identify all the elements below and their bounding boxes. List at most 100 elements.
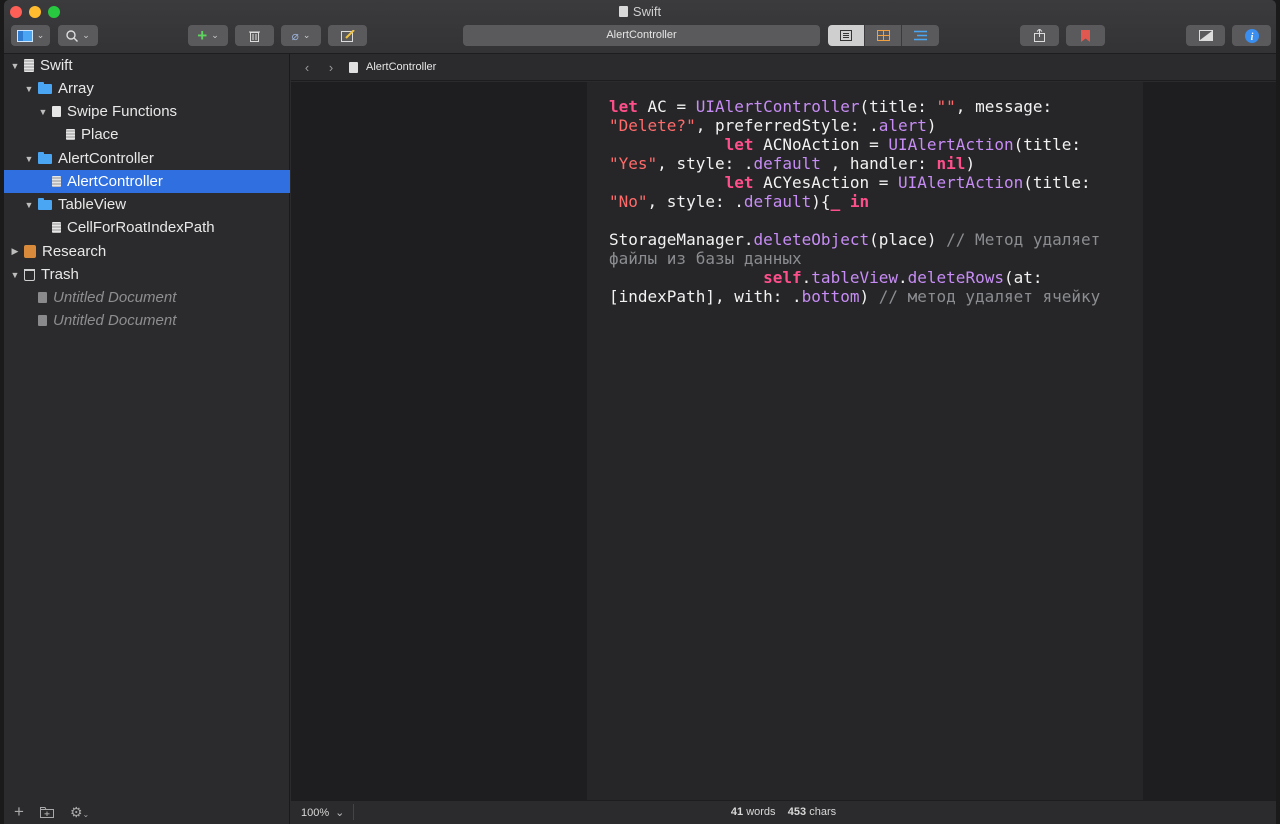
paperclip-icon: ⌀ — [291, 28, 299, 43]
binder-item-array[interactable]: ▼ Array — [4, 77, 290, 100]
binder-item-untitled-document[interactable]: ▼ Untitled Document — [4, 286, 290, 309]
composition-icon — [1198, 30, 1213, 41]
binder-item-alertcontroller-document[interactable]: ▼ AlertController — [4, 170, 290, 193]
binder-item-tableview[interactable]: ▼ TableView — [4, 193, 290, 216]
bookmark-icon — [1081, 29, 1090, 42]
sidebar-icon — [16, 29, 33, 42]
forward-arrow-icon[interactable]: › — [319, 60, 343, 75]
document-icon — [52, 176, 61, 187]
view-mode-selector — [828, 25, 939, 46]
app-window: Swift ⌄ ⌄ + ⌄ ⌀ ⌄ AlertController i ▼ Sw… — [4, 0, 1276, 824]
add-document-button[interactable]: + ⌄ — [188, 25, 228, 46]
disclosure-triangle-icon[interactable]: ▼ — [24, 200, 34, 210]
editor-view-icon — [840, 30, 852, 41]
code-line: self.tableView.deleteRows(at: — [763, 268, 1043, 287]
code-line: StorageManager.deleteObject(place) // Ме… — [609, 230, 1101, 249]
binder-item-research[interactable]: ▶ Research — [4, 240, 290, 263]
sidebar-footer: + ⚙⌄ — [4, 800, 290, 824]
delete-button[interactable] — [235, 25, 274, 46]
outline-view-button[interactable] — [902, 25, 939, 46]
corkboard-view-button[interactable] — [865, 25, 902, 46]
add-icon[interactable]: + — [14, 802, 24, 822]
binder-item-label: AlertController — [67, 173, 163, 190]
binder-item-label: AlertController — [58, 150, 154, 167]
binder-item-label: Place — [81, 126, 119, 143]
search-button[interactable]: ⌄ — [58, 25, 98, 46]
words-label: words — [746, 806, 776, 818]
binder-item-label: Array — [58, 80, 94, 97]
chars-label: chars — [809, 806, 837, 818]
code-line: let ACYesAction = UIAlertAction(title: — [724, 173, 1091, 192]
document-icon — [349, 61, 358, 73]
binder-item-label: Research — [42, 243, 107, 260]
corkboard-icon — [876, 30, 890, 41]
bookmark-button[interactable] — [1066, 25, 1105, 46]
editor-view-button[interactable] — [828, 25, 865, 46]
inspector-button[interactable]: i — [1232, 25, 1271, 46]
share-button[interactable] — [1020, 25, 1059, 46]
research-icon — [24, 245, 36, 258]
project-icon — [24, 59, 34, 72]
trash-icon — [249, 31, 260, 42]
document-icon — [38, 315, 47, 326]
breadcrumb[interactable]: AlertController — [366, 61, 436, 73]
folder-icon — [38, 151, 52, 164]
binder-item-place[interactable]: ▼ Place — [4, 123, 290, 146]
info-icon: i — [1244, 28, 1259, 43]
gear-icon[interactable]: ⚙⌄ — [70, 804, 89, 821]
binder-item-label: CellForRoatIndexPath — [67, 219, 215, 236]
share-icon — [1034, 29, 1045, 42]
document-icon — [38, 292, 47, 303]
binder-item-label: Untitled Document — [53, 289, 177, 306]
binder-item-label: Swift — [40, 57, 73, 74]
compose-button[interactable] — [328, 25, 367, 46]
code-line: [indexPath], with: .bottom) // метод уда… — [609, 287, 1101, 306]
editor-header: ‹ › AlertController — [291, 54, 1276, 81]
toolbar: Swift ⌄ ⌄ + ⌄ ⌀ ⌄ AlertController i — [4, 0, 1276, 54]
binder-sidebar: ▼ Swift ▼ Array ▼ Swipe Functions ▼ Plac… — [4, 54, 290, 824]
window-title-text: Swift — [632, 4, 662, 19]
compose-icon — [340, 29, 355, 42]
binder-item-cellforroatindexpath[interactable]: ▼ CellForRoatIndexPath — [4, 216, 290, 239]
disclosure-triangle-right-icon[interactable]: ▶ — [10, 246, 20, 257]
sidebar-toggle-button[interactable]: ⌄ — [11, 25, 50, 46]
outline-icon — [914, 30, 927, 41]
composition-mode-button[interactable] — [1186, 25, 1225, 46]
plus-icon: + — [197, 26, 208, 45]
binder-item-label: Untitled Document — [53, 312, 177, 329]
disclosure-triangle-icon[interactable]: ▼ — [24, 84, 34, 94]
binder-item-label: TableView — [58, 196, 127, 213]
disclosure-triangle-icon[interactable]: ▼ — [10, 270, 20, 280]
binder-item-swift[interactable]: ▼ Swift — [4, 54, 290, 77]
disclosure-triangle-icon[interactable]: ▼ — [38, 107, 48, 117]
binder-item-label: Swipe Functions — [67, 103, 178, 120]
word-count[interactable]: 41 words 453 chars — [291, 806, 1276, 818]
trash-icon — [24, 268, 35, 281]
status-bar: 100% ⌄ 41 words 453 chars — [291, 800, 1276, 824]
project-icon — [618, 6, 628, 17]
chars-count-value: 453 — [787, 806, 807, 818]
binder-item-alertcontroller-folder[interactable]: ▼ AlertController — [4, 147, 290, 170]
back-arrow-icon[interactable]: ‹ — [295, 60, 319, 75]
window-title: Swift — [4, 4, 1276, 19]
folder-icon — [38, 81, 52, 94]
new-folder-icon[interactable] — [39, 806, 54, 818]
code-line: "No", style: .default){_ in — [609, 192, 870, 211]
binder-item-untitled-document[interactable]: ▼ Untitled Document — [4, 309, 290, 332]
document-group-icon — [52, 106, 61, 117]
editor-text[interactable]: let AC = UIAlertController(title: "", me… — [609, 97, 1119, 306]
document-icon — [66, 129, 75, 140]
code-line: let ACNoAction = UIAlertAction(title: — [724, 135, 1082, 154]
binder-item-trash[interactable]: ▼ Trash — [4, 263, 290, 286]
folder-icon — [38, 197, 52, 210]
code-line: let AC = UIAlertController(title: "", me… — [609, 97, 1053, 116]
disclosure-triangle-icon[interactable]: ▼ — [10, 61, 20, 71]
binder-item-swipe-functions[interactable]: ▼ Swipe Functions — [4, 100, 290, 123]
document-path-field[interactable]: AlertController — [463, 25, 820, 46]
disclosure-triangle-icon[interactable]: ▼ — [24, 154, 34, 164]
document-icon — [52, 222, 61, 233]
attachment-button[interactable]: ⌀ ⌄ — [281, 25, 321, 46]
search-icon — [66, 29, 79, 42]
code-line: "Delete?", preferredStyle: .alert) — [609, 116, 937, 135]
